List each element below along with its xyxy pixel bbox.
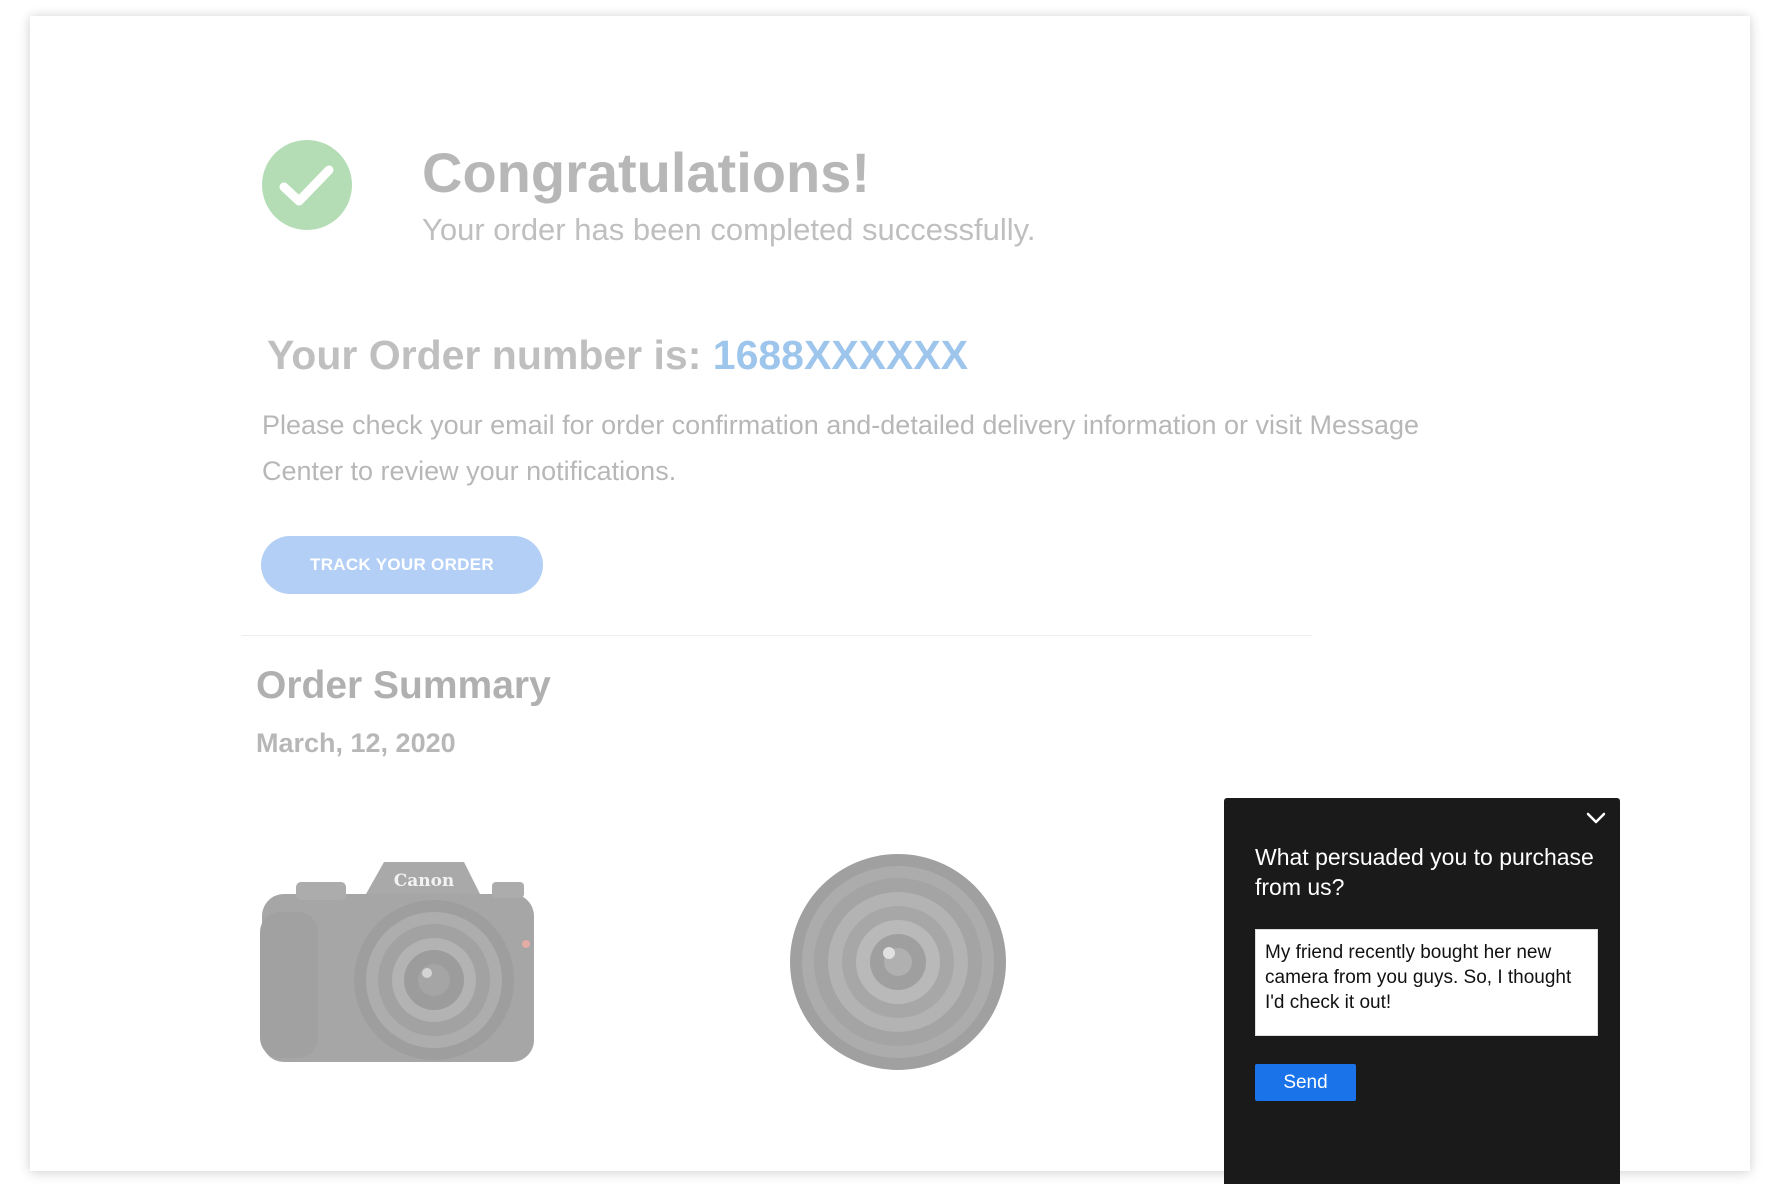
divider bbox=[242, 635, 1312, 636]
order-number: 1688XXXXXX bbox=[712, 332, 969, 378]
chevron-down-icon[interactable] bbox=[1582, 806, 1610, 830]
page-title: Congratulations! bbox=[422, 141, 870, 204]
survey-answer-input[interactable]: My friend recently bought her new camera… bbox=[1255, 929, 1598, 1036]
success-message: Your order has been completed successful… bbox=[422, 212, 1036, 247]
order-date: March, 12, 2020 bbox=[256, 728, 456, 758]
send-button[interactable]: Send bbox=[1255, 1064, 1356, 1101]
check-circle-icon bbox=[262, 140, 352, 230]
svg-text:Canon: Canon bbox=[394, 871, 455, 891]
survey-widget: What persuaded you to purchase from us? … bbox=[1224, 798, 1620, 1184]
order-number-line: Your Order number is: 1688XXXXXX bbox=[267, 332, 968, 379]
track-order-button[interactable]: TRACK YOUR ORDER bbox=[261, 536, 543, 594]
lens-image bbox=[788, 852, 1008, 1072]
order-summary-title: Order Summary bbox=[256, 664, 551, 707]
camera-image: Canon bbox=[256, 852, 548, 1072]
order-number-label: Your Order number is: bbox=[267, 332, 713, 378]
survey-question: What persuaded you to purchase from us? bbox=[1255, 844, 1594, 900]
order-info-text: Please check your email for order confir… bbox=[262, 410, 1420, 486]
